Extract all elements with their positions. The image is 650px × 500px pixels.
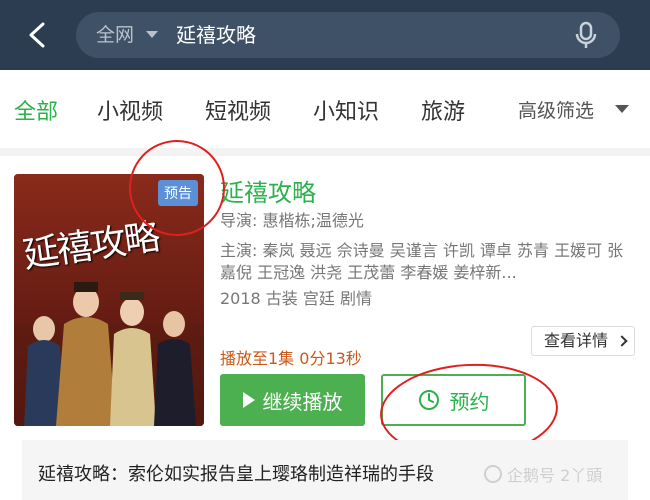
play-progress-text: 播放至1集 0分13秒 (220, 349, 362, 368)
chevron-down-icon[interactable] (146, 31, 158, 38)
back-icon[interactable] (22, 18, 52, 52)
advanced-filter-button[interactable]: 高级筛选 (518, 96, 594, 123)
search-box[interactable]: 全网 延禧攻略 (76, 12, 620, 58)
search-input[interactable]: 延禧攻略 (176, 12, 256, 58)
watermark-text: 企鹅号 2丫頭 (507, 466, 603, 485)
result-title[interactable]: 延禧攻略 (220, 173, 316, 208)
view-details-button[interactable]: 查看详情 (531, 326, 635, 356)
continue-play-label: 继续播放 (262, 389, 343, 414)
penguin-logo-icon (484, 465, 502, 483)
cast-text: 主演: 秦岚 聂远 佘诗曼 吴谨言 许凯 谭卓 苏青 王媛可 张嘉倪 王冠逸 洪… (220, 241, 624, 282)
chevron-right-icon (616, 335, 628, 347)
microphone-icon[interactable] (572, 21, 600, 49)
tags-text: 2018 古装 宫廷 剧情 (220, 289, 372, 308)
view-details-label: 查看详情 (544, 331, 609, 350)
category-tabs: 全部 小视频 短视频 小知识 旅游 高级筛选 (0, 70, 650, 148)
section-divider (0, 148, 650, 156)
play-icon (242, 392, 255, 408)
continue-play-button[interactable]: 继续播放 (220, 374, 365, 426)
director-text: 导演: 惠楷栋;温德光 (220, 211, 364, 230)
top-bar: 全网 延禧攻略 (0, 0, 650, 70)
tab-travel[interactable]: 旅游 (421, 94, 465, 126)
tab-mini-video[interactable]: 小视频 (97, 94, 163, 126)
tab-short-video[interactable]: 短视频 (205, 94, 271, 126)
tab-knowledge[interactable]: 小知识 (313, 94, 379, 126)
watermark: 企鹅号 2丫頭 (484, 462, 602, 486)
filter-caret-icon[interactable] (615, 105, 629, 113)
search-scope-select[interactable]: 全网 (96, 12, 134, 58)
related-video-title: 延禧攻略：索伦如实报告皇上璎珞制造祥瑞的手段 (38, 464, 434, 485)
tab-all[interactable]: 全部 (14, 94, 58, 126)
